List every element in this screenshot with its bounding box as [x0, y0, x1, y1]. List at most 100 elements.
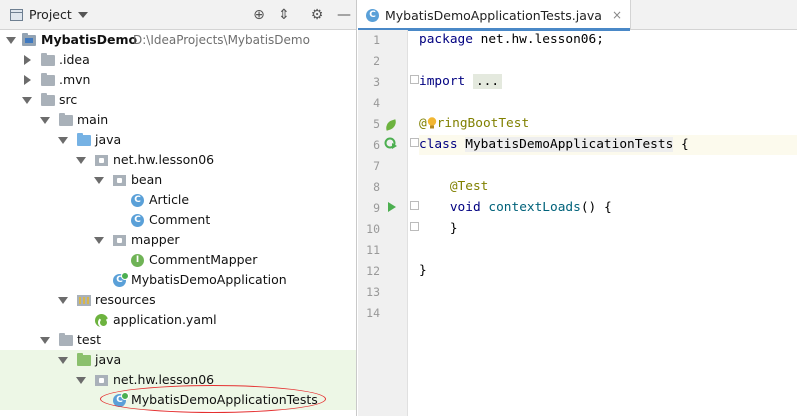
collapse-all-icon[interactable]: ⇕ [275, 6, 293, 24]
spring-boot-class-icon: C [113, 272, 129, 287]
tree-item-application-tests[interactable]: C MybatisDemoApplicationTests [0, 390, 356, 410]
editor-gutter: 1 2 3 4 5 6 7 8 9 10 11 12 13 14 [358, 30, 408, 416]
collapse-arrow-icon[interactable] [24, 55, 31, 65]
module-folder-icon [22, 33, 36, 46]
project-path: D:\IdeaProjects\MybatisDemo [133, 33, 310, 47]
folder-icon [41, 93, 55, 106]
code-line-13: } [419, 261, 427, 281]
line-number: 2 [373, 54, 380, 68]
collapse-arrow-icon[interactable] [24, 75, 31, 85]
tree-item-application[interactable]: C MybatisDemoApplication [0, 270, 356, 290]
package-icon [95, 155, 108, 166]
code-line-1: package net.hw.lesson06; [419, 30, 604, 50]
close-icon[interactable]: × [612, 8, 622, 22]
spring-bean-icon[interactable] [383, 119, 399, 131]
expand-arrow-icon[interactable] [58, 297, 68, 304]
tree-item-mapper[interactable]: mapper [0, 230, 356, 250]
line-number: 3 [373, 75, 380, 89]
code-line-6: @ ringBootTest [419, 114, 529, 134]
folded-imports[interactable]: ... [472, 74, 503, 89]
code-line-10: void contextLoads() { [419, 198, 612, 218]
expand-arrow-icon[interactable] [94, 177, 104, 184]
gear-icon[interactable]: ⚙ [308, 6, 326, 24]
tree-item-idea[interactable]: .idea [0, 50, 356, 70]
editor-tab-tests[interactable]: C MybatisDemoApplicationTests.java × [358, 0, 631, 31]
run-test-icon[interactable] [387, 201, 397, 213]
expand-arrow-icon[interactable] [76, 157, 86, 164]
tree-item-label: mapper [131, 232, 180, 247]
tree-item-mvn[interactable]: .mvn [0, 70, 356, 90]
package-icon [113, 235, 126, 246]
source-folder-icon [77, 133, 91, 146]
package-icon [113, 175, 126, 186]
folder-icon [41, 73, 55, 86]
tree-item-main[interactable]: main [0, 110, 356, 130]
line-number: 8 [373, 180, 380, 194]
tree-item-resources[interactable]: resources [0, 290, 356, 310]
expand-arrow-icon[interactable] [94, 237, 104, 244]
tree-item-label: java [95, 352, 122, 367]
code-token: } [449, 221, 458, 236]
project-view-selector[interactable]: Project [29, 7, 72, 22]
tree-item-comment-mapper[interactable]: I CommentMapper [0, 250, 356, 270]
expand-arrow-icon[interactable] [22, 97, 32, 104]
class-icon: C [366, 8, 379, 22]
tree-item-main-java[interactable]: java [0, 130, 356, 150]
tree-item-project-root[interactable]: MybatisDemo D:\IdeaProjects\MybatisDemo [0, 30, 356, 50]
tree-item-label: MybatisDemoApplication [131, 272, 287, 287]
tree-item-package[interactable]: net.hw.lesson06 [0, 150, 356, 170]
line-number: 9 [373, 201, 380, 215]
tree-item-src[interactable]: src [0, 90, 356, 110]
tree-item-test-package[interactable]: net.hw.lesson06 [0, 370, 356, 390]
tree-item-test[interactable]: test [0, 330, 356, 350]
expand-arrow-icon[interactable] [40, 337, 50, 344]
chevron-down-icon[interactable] [77, 11, 88, 18]
tree-item-application-yaml[interactable]: application.yaml [0, 310, 356, 330]
project-view-icon [10, 8, 23, 21]
lightbulb-icon[interactable] [427, 116, 437, 129]
interface-icon: I [131, 254, 144, 267]
tree-item-label: bean [131, 172, 163, 187]
expand-arrow-icon[interactable] [6, 37, 16, 44]
run-tests-icon[interactable] [384, 136, 398, 150]
line-number: 10 [366, 222, 380, 236]
line-number: 12 [366, 264, 380, 278]
tree-item-bean[interactable]: bean [0, 170, 356, 190]
tree-item-label: CommentMapper [149, 252, 258, 267]
resources-folder-icon [77, 295, 91, 306]
tree-item-label: MybatisDemoApplicationTests [131, 392, 318, 407]
fold-marker-icon[interactable] [410, 201, 419, 210]
folder-icon [41, 53, 55, 66]
line-number: 13 [366, 285, 380, 299]
package-icon [95, 375, 108, 386]
locate-file-icon[interactable]: ⊕ [250, 6, 268, 24]
fold-marker-icon[interactable] [410, 222, 419, 231]
tree-item-label: Comment [149, 212, 211, 227]
line-number: 4 [373, 96, 380, 110]
fold-marker-icon[interactable] [410, 75, 419, 84]
folder-icon [59, 113, 73, 126]
line-number: 6 [373, 138, 380, 152]
line-number: 5 [373, 117, 380, 131]
code-token: } [419, 263, 427, 278]
code-token: package [419, 32, 473, 47]
test-source-folder-icon [77, 353, 91, 366]
code-line-9: @Test [419, 177, 489, 197]
tree-item-article[interactable]: C Article [0, 190, 356, 210]
expand-arrow-icon[interactable] [76, 377, 86, 384]
code-token: contextLoads [488, 200, 581, 215]
hide-panel-icon[interactable]: — [335, 6, 353, 24]
expand-arrow-icon[interactable] [40, 117, 50, 124]
tree-item-label: test [77, 332, 102, 347]
test-class-icon: C [113, 392, 129, 407]
fold-marker-icon[interactable] [410, 138, 419, 147]
code-line-11: } [419, 219, 458, 239]
tree-item-test-java[interactable]: java [0, 350, 356, 370]
tree-item-label: src [59, 92, 78, 107]
tree-item-label: java [95, 132, 122, 147]
expand-arrow-icon[interactable] [58, 357, 68, 364]
tree-item-label: .idea [59, 52, 90, 67]
expand-arrow-icon[interactable] [58, 137, 68, 144]
line-number: 1 [373, 33, 380, 47]
tree-item-comment[interactable]: C Comment [0, 210, 356, 230]
